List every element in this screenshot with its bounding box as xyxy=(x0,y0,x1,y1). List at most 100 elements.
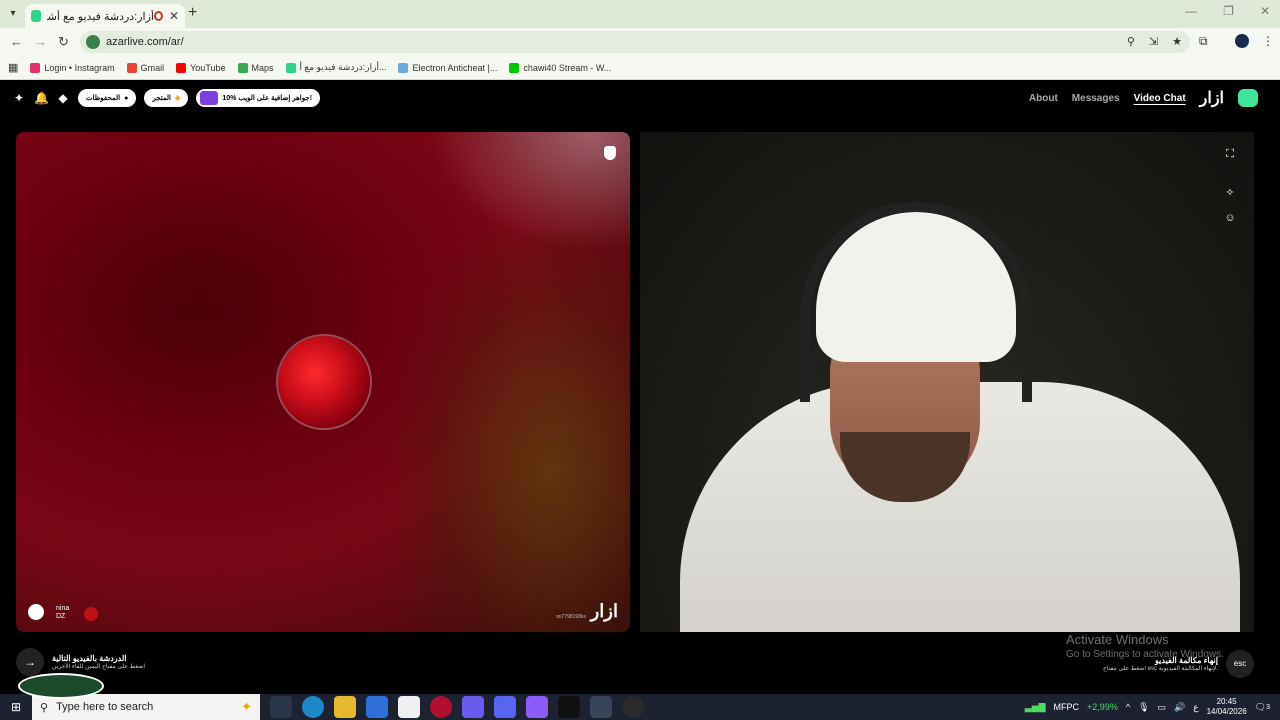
zoom-icon[interactable]: ⚲ xyxy=(1127,35,1135,48)
next-hint: اضغط على مفتاح اليمين للقاء الآخرين xyxy=(52,664,146,670)
report-shield-icon[interactable] xyxy=(604,146,616,160)
close-window-icon[interactable]: ✕ xyxy=(1260,4,1270,18)
install-app-icon[interactable]: ⇲ xyxy=(1149,35,1158,48)
terminal-icon[interactable] xyxy=(558,696,580,718)
bookmark-favicon-icon xyxy=(509,62,520,73)
site-info-icon[interactable] xyxy=(86,35,100,49)
bookmark-star-icon[interactable]: ★ xyxy=(1172,35,1182,48)
edge-icon[interactable] xyxy=(302,696,324,718)
extensions-icon[interactable]: ⧉ xyxy=(1199,34,1208,49)
magic-wand-icon[interactable]: ✧ xyxy=(1224,187,1236,199)
reload-icon[interactable]: ↻ xyxy=(58,34,69,50)
windows-taskbar: ⊞ ⚲ Type here to search ✦ ▃▅▇ MFPC +2,99… xyxy=(0,694,1280,720)
chrome-icon[interactable] xyxy=(590,696,612,718)
address-bar[interactable]: azarlive.com/ar/ ⚲ ⇲ ★ xyxy=(80,31,1190,53)
azar-favicon-icon xyxy=(31,10,41,22)
store-app-icon[interactable] xyxy=(398,696,420,718)
search-highlight-icon: ✦ xyxy=(241,699,252,714)
peer-video-panel: nina DZ sn7798198ks ازار xyxy=(16,132,630,632)
nav-messages[interactable]: Messages xyxy=(1072,93,1120,104)
esc-title: إنهاء مكالمة الفيديو xyxy=(1155,656,1218,665)
close-tab-icon[interactable]: ✕ xyxy=(169,9,179,23)
bookmark-favicon-icon xyxy=(285,62,296,73)
volume-icon[interactable]: 🔊 xyxy=(1174,702,1185,713)
clock-date: 14/04/2026 xyxy=(1206,707,1247,716)
peer-info: nina DZ xyxy=(56,605,69,621)
bookmark-item[interactable]: أزار:دردشة فيديو مع أ... xyxy=(285,62,386,73)
site-logo-icon[interactable] xyxy=(1238,89,1258,107)
discord-icon[interactable] xyxy=(494,696,516,718)
watermark-line1: Activate Windows xyxy=(1066,632,1169,647)
next-arrow-button[interactable]: → xyxy=(16,648,44,676)
file-explorer-icon[interactable] xyxy=(334,696,356,718)
stock-name[interactable]: MFPC xyxy=(1054,702,1080,712)
favorites-icon: ● xyxy=(124,94,129,102)
taskbar-search-placeholder: Type here to search xyxy=(56,701,154,713)
overlay-logo-stamp xyxy=(18,673,104,699)
windows-start-icon[interactable]: ⊞ xyxy=(0,700,32,714)
bell-icon[interactable]: 🔔 xyxy=(34,91,49,105)
stock-chart-icon: ▃▅▇ xyxy=(1024,701,1046,712)
nav-video-chat[interactable]: Video Chat xyxy=(1134,93,1186,104)
video-editor-icon[interactable] xyxy=(462,696,484,718)
self-video-panel: ⛶ ✧ ☺ xyxy=(640,132,1254,632)
gift-icon xyxy=(200,91,219,105)
chrome-menu-icon[interactable]: ⋮ xyxy=(1262,34,1274,48)
forward-icon[interactable]: → xyxy=(34,34,47,49)
fullscreen-icon[interactable]: ⛶ xyxy=(1224,148,1236,160)
character-icon[interactable]: ✦ xyxy=(12,91,26,105)
outlook-icon[interactable] xyxy=(366,696,388,718)
discord-ptb-icon[interactable] xyxy=(526,696,548,718)
bookmarks-bar: ▦ Login • Instagram Gmail YouTube Maps أزار:… xyxy=(0,56,1280,80)
nav-about[interactable]: About xyxy=(1029,93,1058,104)
bookmark-favicon-icon xyxy=(30,62,41,73)
stock-change: +2,99% xyxy=(1087,702,1118,712)
browser-tab[interactable]: أزار:دردشة فيديو مع أشخاص ✕ xyxy=(25,4,185,28)
sticker-icon[interactable]: ☺ xyxy=(1224,212,1236,224)
task-view-icon[interactable] xyxy=(270,696,292,718)
bookmark-item[interactable]: YouTube xyxy=(176,62,226,73)
store-label: المتجر xyxy=(152,95,171,102)
panel-logo: ازار xyxy=(590,601,618,621)
chat-bubble-icon[interactable] xyxy=(28,604,44,620)
notifications-icon[interactable]: 🗨 xyxy=(1255,702,1266,713)
bookmark-item[interactable]: chawi40 Stream - W... xyxy=(509,62,611,73)
network-icon[interactable]: ▭ xyxy=(1158,702,1167,713)
next-chat-control: → الدردشة بالفيديو التالية اضغط على مفتا… xyxy=(16,648,145,676)
esc-hint: اضغط على مفتاح esc لإنهاء المكالمة الفيد… xyxy=(1103,666,1218,672)
bookmark-label: Electron Anticheat |... xyxy=(412,62,498,73)
esc-button[interactable]: esc xyxy=(1226,650,1254,678)
favorites-button[interactable]: المحفوظات ● xyxy=(78,89,137,107)
app-red-icon[interactable] xyxy=(430,696,452,718)
bookmark-item[interactable]: Maps xyxy=(237,62,274,73)
tab-title: أزار:دردشة فيديو مع أشخاص xyxy=(47,10,154,23)
bookmark-item[interactable]: Login • Instagram xyxy=(30,62,115,73)
bookmark-label: Maps xyxy=(251,62,274,73)
bookmark-item[interactable]: Gmail xyxy=(126,62,164,73)
apps-grid-icon[interactable]: ▦ xyxy=(8,61,18,74)
session-id: sn7798198ks xyxy=(556,614,586,620)
site-header: ✦ 🔔 ◆ المحفوظات ● المتجر ◆ 10% جواهر إضا… xyxy=(0,80,1280,120)
back-icon[interactable]: ← xyxy=(10,34,23,49)
peer-profile-icon[interactable] xyxy=(84,607,98,621)
clock[interactable]: 20:45 14/04/2026 xyxy=(1207,697,1247,717)
tab-search-icon[interactable]: ▾ xyxy=(5,6,21,22)
microphone-icon[interactable]: 🎙 xyxy=(1138,702,1149,713)
obs-icon[interactable] xyxy=(622,696,644,718)
language-indicator[interactable]: ع xyxy=(1193,702,1198,713)
site-logo-text[interactable]: ازار xyxy=(1200,88,1224,108)
restore-icon[interactable]: ❐ xyxy=(1223,4,1234,18)
tray-chevron-icon[interactable]: ^ xyxy=(1126,702,1130,712)
bookmark-label: chawi40 Stream - W... xyxy=(523,62,612,73)
gem-icon[interactable]: ◆ xyxy=(56,91,70,105)
profile-avatar[interactable] xyxy=(1235,34,1249,48)
new-tab-button[interactable]: + xyxy=(188,4,197,22)
minimize-icon[interactable]: — xyxy=(1185,4,1197,18)
bookmark-favicon-icon xyxy=(237,62,248,73)
gem-small-icon: ◆ xyxy=(174,95,181,102)
promo-label: 10% جواهر إضافية على الويب! xyxy=(222,95,313,102)
bookmark-label: YouTube xyxy=(190,62,226,73)
bookmark-item[interactable]: Electron Anticheat |... xyxy=(398,62,497,73)
promo-button[interactable]: 10% جواهر إضافية على الويب! xyxy=(196,89,321,107)
store-button[interactable]: المتجر ◆ xyxy=(144,89,189,107)
